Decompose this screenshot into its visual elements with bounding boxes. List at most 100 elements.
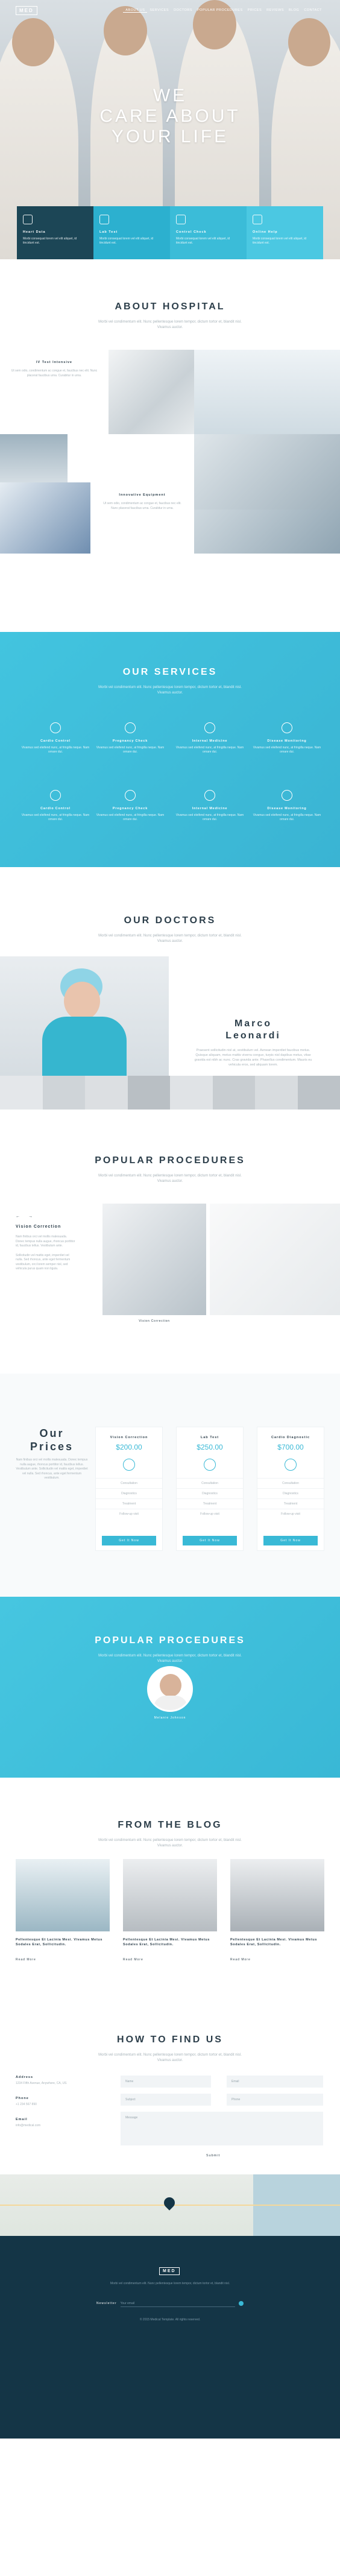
- doctor-thumb[interactable]: [255, 1076, 298, 1110]
- footer-logo[interactable]: MED: [159, 2267, 180, 2275]
- newsletter-input[interactable]: Your email: [120, 2300, 235, 2307]
- blog-title[interactable]: Pellentesque Et Lacinia Mesi. Vivamus Me…: [230, 1937, 324, 1947]
- doctor-thumb[interactable]: [170, 1076, 213, 1110]
- prev-arrow-icon[interactable]: ←: [16, 1214, 20, 1219]
- service-item[interactable]: Internal Medicine Vivamus sed eleifend n…: [172, 790, 247, 822]
- logo[interactable]: MED: [16, 5, 37, 15]
- clipboard-icon: [176, 215, 186, 224]
- service-item[interactable]: Cardio Control Vivamus sed eleifend nunc…: [18, 722, 93, 754]
- about-section: About Hospital Morbi vel condimentum eli…: [0, 259, 340, 632]
- service-item[interactable]: Pregnancy Check Vivamus sed eleifend nun…: [93, 790, 168, 822]
- procedure-image-active[interactable]: [102, 1204, 206, 1315]
- doctor-thumb[interactable]: [212, 1076, 255, 1110]
- send-icon[interactable]: [239, 2301, 244, 2306]
- email-field[interactable]: Email: [227, 2076, 323, 2088]
- blog-image[interactable]: [16, 1859, 110, 1931]
- doctor-thumb[interactable]: [297, 1076, 340, 1110]
- service-item[interactable]: Pregnancy Check Vivamus sed eleifend nun…: [93, 722, 168, 754]
- plan-price: $700.00: [277, 1443, 304, 1451]
- doctor-first-name: Marco: [234, 1018, 272, 1029]
- plan-price: $250.00: [197, 1443, 223, 1451]
- nav-prices[interactable]: Prices: [245, 8, 264, 13]
- get-it-now-button[interactable]: Get It Now: [102, 1536, 156, 1545]
- box-title: Innovative Equipment: [119, 493, 166, 497]
- about-box-equipment: Innovative Equipment Ut sem odio, condim…: [90, 482, 194, 554]
- doctor-thumb[interactable]: [0, 1076, 43, 1110]
- blog-image[interactable]: [230, 1859, 324, 1931]
- doctor-thumb[interactable]: [127, 1076, 170, 1110]
- blog-post[interactable]: Pellentesque Et Lacinia Mesi. Vivamus Me…: [230, 1859, 324, 1962]
- address-label: Address: [16, 2076, 34, 2079]
- procedure-image-next[interactable]: [210, 1204, 340, 1315]
- service-item[interactable]: Internal Medicine Vivamus sed eleifend n…: [172, 722, 247, 754]
- get-it-now-button[interactable]: Get It Now: [263, 1536, 318, 1545]
- section-title: Popular Procedures: [95, 1155, 245, 1166]
- service-item[interactable]: Disease Monitoring Vivamus sed eleifend …: [250, 722, 324, 754]
- plan-feature: Follow-up visit: [96, 1509, 162, 1519]
- card-control-check[interactable]: Control Check Morbi consequat lorem vel …: [170, 206, 247, 259]
- read-more-link[interactable]: Read More: [123, 1958, 217, 1962]
- nav-services[interactable]: Services: [147, 8, 171, 13]
- read-more-link[interactable]: Read More: [16, 1958, 110, 1962]
- subject-field[interactable]: Subject: [121, 2094, 211, 2106]
- doctor-thumb[interactable]: [85, 1076, 128, 1110]
- hero-doctor-far-right-head: [288, 18, 330, 66]
- hero-feature-cards: Heart Data Morbi consequat lorem vel eli…: [17, 206, 323, 259]
- doctor-thumbnails: [0, 1076, 340, 1110]
- about-image-equipment: [0, 434, 68, 482]
- card-heart-data[interactable]: Heart Data Morbi consequat lorem vel eli…: [17, 206, 93, 259]
- avatar: [147, 1666, 193, 1712]
- next-arrow-icon[interactable]: →: [28, 1214, 33, 1219]
- testimonial-name: Melanie Johnson: [154, 1716, 186, 1720]
- service-text: Vivamus sed eleifend nunc, at fringilla …: [96, 746, 165, 754]
- service-title: Cardio Control: [40, 739, 71, 743]
- heart-icon: [23, 215, 33, 224]
- doctor-name: Marco Leonardi: [199, 1018, 307, 1042]
- hero: MED About Us Services Doctors Popular pr…: [0, 0, 340, 259]
- map[interactable]: [0, 2174, 340, 2236]
- name-field[interactable]: Name: [121, 2076, 211, 2088]
- nav-blog[interactable]: Blog: [286, 8, 301, 13]
- about-image-mri: [194, 434, 340, 510]
- read-more-link[interactable]: Read More: [230, 1958, 324, 1962]
- phone-field[interactable]: Phone: [227, 2094, 323, 2106]
- blog-title[interactable]: Pellentesque Et Lacinia Mesi. Vivamus Me…: [123, 1937, 217, 1947]
- hero-title-line1: We: [153, 86, 187, 106]
- newsletter-label: Newsletter: [96, 2302, 117, 2305]
- section-title: About Hospital: [115, 301, 225, 312]
- service-item[interactable]: Disease Monitoring Vivamus sed eleifend …: [250, 790, 324, 822]
- newsletter: Newsletter Your email: [96, 2300, 244, 2307]
- heart-icon: [282, 790, 292, 801]
- nav-contact[interactable]: Contact: [301, 8, 324, 13]
- nav-reviews[interactable]: Reviews: [264, 8, 286, 13]
- doctor-description: Praesent sollicitudin nisl at, vestibulu…: [194, 1049, 312, 1067]
- plan-feature: Consultation: [96, 1478, 162, 1488]
- footer: MED Morbi vel condimentum elit. Nunc pel…: [0, 2236, 340, 2439]
- nav-procedures[interactable]: Popular procedures: [195, 8, 245, 13]
- section-subtitle: Morbi vel condimentum elit. Nunc pellent…: [98, 2053, 242, 2062]
- pill-icon: [282, 722, 292, 733]
- get-it-now-button[interactable]: Get It Now: [183, 1536, 237, 1545]
- blog-post[interactable]: Pellentesque Et Lacinia Mesi. Vivamus Me…: [16, 1859, 110, 1962]
- card-online-help[interactable]: Online Help Morbi consequat lorem vel el…: [247, 206, 323, 259]
- service-item[interactable]: Cardio Control Vivamus sed eleifend nunc…: [18, 790, 93, 822]
- doctor-thumb[interactable]: [42, 1076, 85, 1110]
- nav-doctors[interactable]: Doctors: [171, 8, 195, 13]
- plan-feature: Consultation: [257, 1478, 324, 1488]
- blog-post[interactable]: Pellentesque Et Lacinia Mesi. Vivamus Me…: [123, 1859, 217, 1962]
- procedure-title: Vision Correction: [16, 1225, 61, 1229]
- nav-about[interactable]: About Us: [123, 8, 148, 13]
- submit-button[interactable]: Submit: [206, 2154, 220, 2158]
- service-title: Internal Medicine: [192, 739, 228, 743]
- card-title: Online Help: [253, 230, 278, 234]
- eye-icon: [123, 1459, 135, 1471]
- service-text: Vivamus sed eleifend nunc, at fringilla …: [175, 746, 244, 754]
- blog-image[interactable]: [123, 1859, 217, 1931]
- blog-title[interactable]: Pellentesque Et Lacinia Mesi. Vivamus Me…: [16, 1937, 110, 1947]
- bandage-icon: [204, 790, 215, 801]
- box-text: Ut sem odio, condimentum ac congue et, f…: [11, 369, 98, 377]
- card-lab-test[interactable]: Lab Test Morbi consequat lorem vel elit …: [93, 206, 170, 259]
- map-pin-icon[interactable]: [162, 2195, 177, 2211]
- hero-title-line3: Your Life: [111, 127, 229, 147]
- message-field[interactable]: Message: [121, 2112, 323, 2145]
